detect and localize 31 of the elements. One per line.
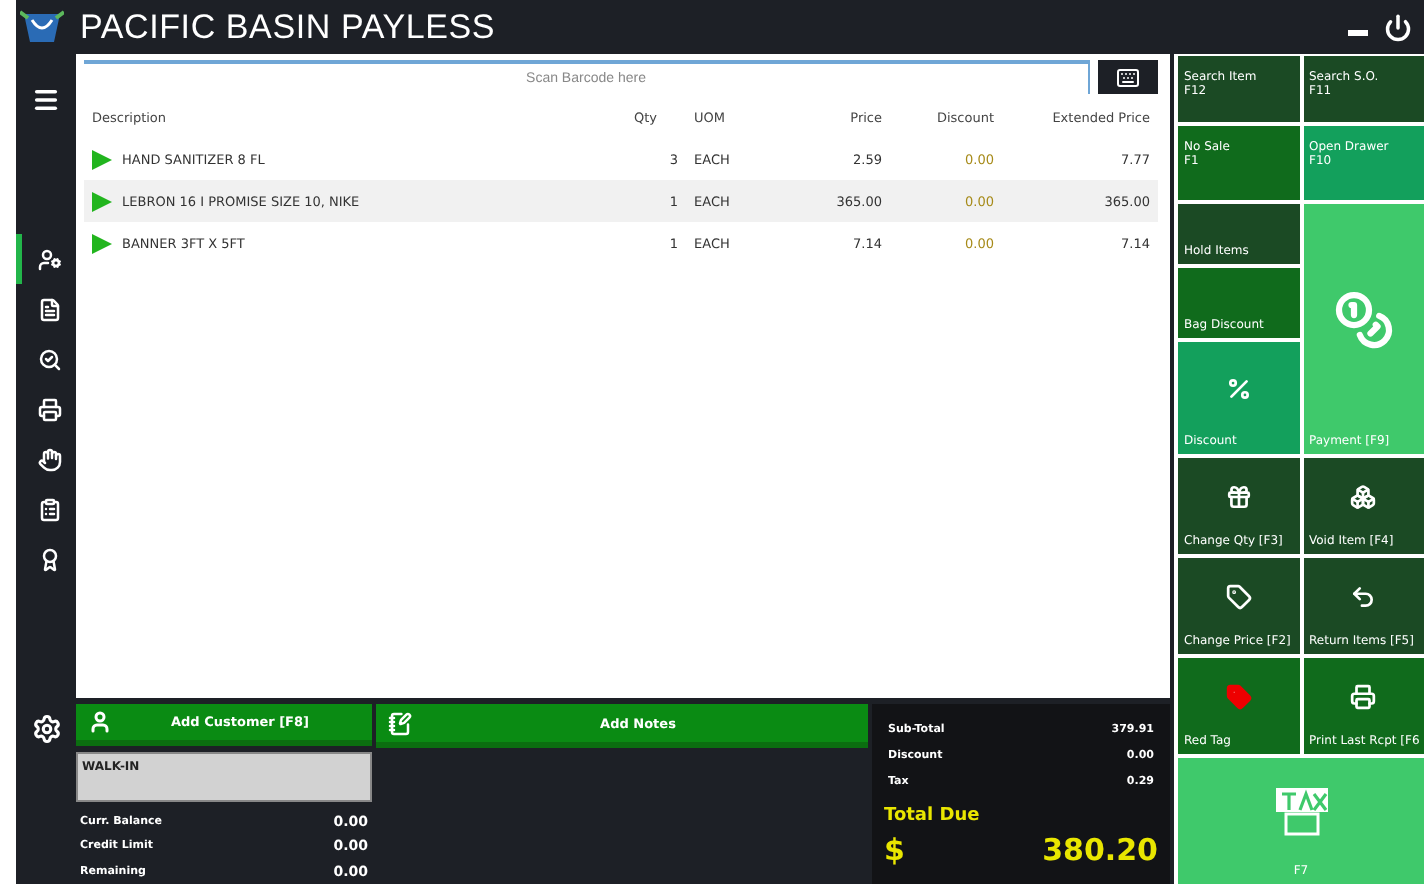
keyboard-button[interactable] [1098, 60, 1158, 94]
window-title: PACIFIC BASIN PAYLESS [80, 7, 498, 47]
settings-icon[interactable] [31, 714, 61, 744]
gift-icon [1225, 483, 1252, 509]
award-icon [37, 547, 61, 571]
keyboard-icon [1116, 65, 1140, 89]
total-due-label: Total Due [884, 806, 982, 826]
power-icon[interactable] [1384, 13, 1412, 41]
play-icon [92, 149, 112, 169]
clipboard-icon [37, 497, 61, 521]
tag-icon [1225, 683, 1252, 709]
user-gear-icon [37, 247, 61, 271]
notepad-icon [388, 711, 412, 735]
hand-icon [37, 447, 61, 471]
menu-icon[interactable] [32, 86, 60, 114]
return-arrow-icon [1350, 583, 1377, 609]
total-due-amount: 380.20 [1042, 832, 1158, 868]
boxes-icon [1350, 483, 1377, 509]
currency-sign: $ [884, 832, 905, 868]
tax-icon [1275, 787, 1327, 835]
coins-icon [1333, 289, 1394, 349]
search-icon [37, 347, 61, 371]
printer-icon [37, 397, 61, 421]
document-icon [37, 297, 61, 321]
play-icon [92, 233, 112, 253]
logo-icon [20, 7, 64, 47]
percent-icon [1225, 375, 1252, 401]
user-icon [88, 710, 112, 735]
printer-icon [1350, 683, 1377, 709]
play-icon [92, 191, 112, 211]
tag-icon [1225, 583, 1252, 609]
